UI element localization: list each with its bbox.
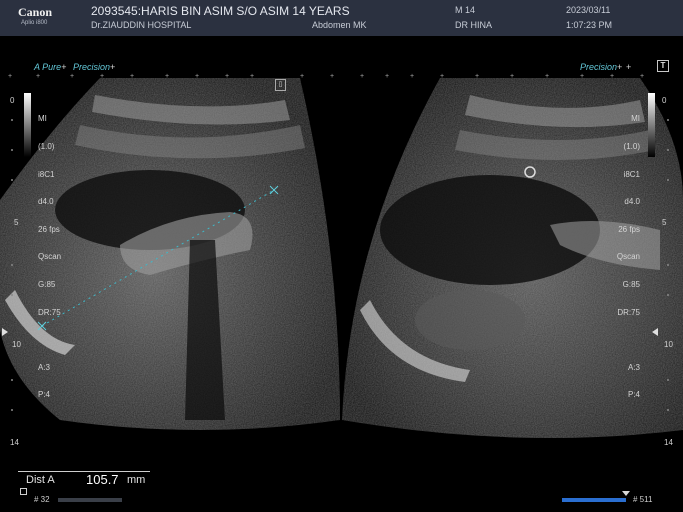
svg-text:+: + bbox=[510, 73, 514, 80]
scan-params-right: MI (1.0) i8C1 d4.0 26 fps Qscan G:85 DR:… bbox=[616, 114, 640, 400]
apure-tag: A Pure+ bbox=[34, 62, 67, 72]
measurement-unit: mm bbox=[127, 474, 146, 486]
scan-params-left: MI (1.0) i8C1 d4.0 26 fps Qscan G:85 DR:… bbox=[38, 114, 62, 400]
grayscale-bar-left bbox=[24, 93, 31, 157]
svg-text:+: + bbox=[8, 73, 12, 80]
precision-tag-right: Precision+ bbox=[580, 62, 623, 72]
cine-frame-left: # 32 bbox=[34, 495, 50, 504]
svg-text:+: + bbox=[100, 73, 104, 80]
svg-text:+: + bbox=[70, 73, 74, 80]
cine-frame-right: # 511 bbox=[633, 495, 653, 504]
svg-text:+: + bbox=[410, 73, 414, 80]
depth-label-10-left: 10 bbox=[12, 340, 21, 349]
ultrasound-dual-view: + + + + + + + + + + + + + + + + + + + + + bbox=[0, 73, 683, 438]
svg-text:+: + bbox=[300, 73, 304, 80]
grayscale-bar-right bbox=[648, 93, 655, 157]
freeze-icon: ▯ bbox=[275, 79, 286, 91]
svg-text:+: + bbox=[580, 73, 584, 80]
cine-marker-icon bbox=[20, 488, 27, 495]
depth-label-10-right: 10 bbox=[664, 340, 673, 349]
svg-text:+: + bbox=[640, 73, 644, 80]
measurement-label: Dist A bbox=[26, 474, 55, 486]
precision-tag-left: Precision+ bbox=[73, 62, 116, 72]
measurement-value: 105.7 bbox=[86, 472, 119, 487]
cine-scrollbar-right[interactable] bbox=[562, 498, 626, 502]
svg-text:+: + bbox=[195, 73, 199, 80]
depth-label-5-left: 5 bbox=[14, 218, 19, 227]
depth-label-0-right: 0 bbox=[662, 96, 667, 105]
svg-text:+: + bbox=[130, 73, 134, 80]
svg-text:+: + bbox=[330, 73, 334, 80]
svg-text:+: + bbox=[610, 73, 614, 80]
cine-position-icon[interactable] bbox=[622, 491, 630, 496]
svg-text:+: + bbox=[225, 73, 229, 80]
lateral-ruler-dots: + + + + + + + + + + + + + + + + + + + + + bbox=[8, 73, 644, 80]
svg-text:+: + bbox=[165, 73, 169, 80]
svg-text:+: + bbox=[440, 73, 444, 80]
svg-text:+: + bbox=[545, 73, 549, 80]
depth-label-5-right: 5 bbox=[662, 218, 667, 227]
apure-tag-right: + bbox=[626, 62, 632, 72]
svg-text:+: + bbox=[385, 73, 389, 80]
svg-text:+: + bbox=[250, 73, 254, 80]
cine-scrollbar-left[interactable] bbox=[58, 498, 122, 502]
depth-label-0-left: 0 bbox=[10, 96, 15, 105]
depth-label-14-left: 14 bbox=[10, 438, 19, 447]
text-annotation-button[interactable]: T bbox=[657, 60, 669, 72]
svg-text:+: + bbox=[475, 73, 479, 80]
depth-label-14-right: 14 bbox=[664, 438, 673, 447]
svg-text:+: + bbox=[36, 73, 40, 80]
measurement-divider bbox=[18, 471, 150, 472]
svg-text:+: + bbox=[360, 73, 364, 80]
